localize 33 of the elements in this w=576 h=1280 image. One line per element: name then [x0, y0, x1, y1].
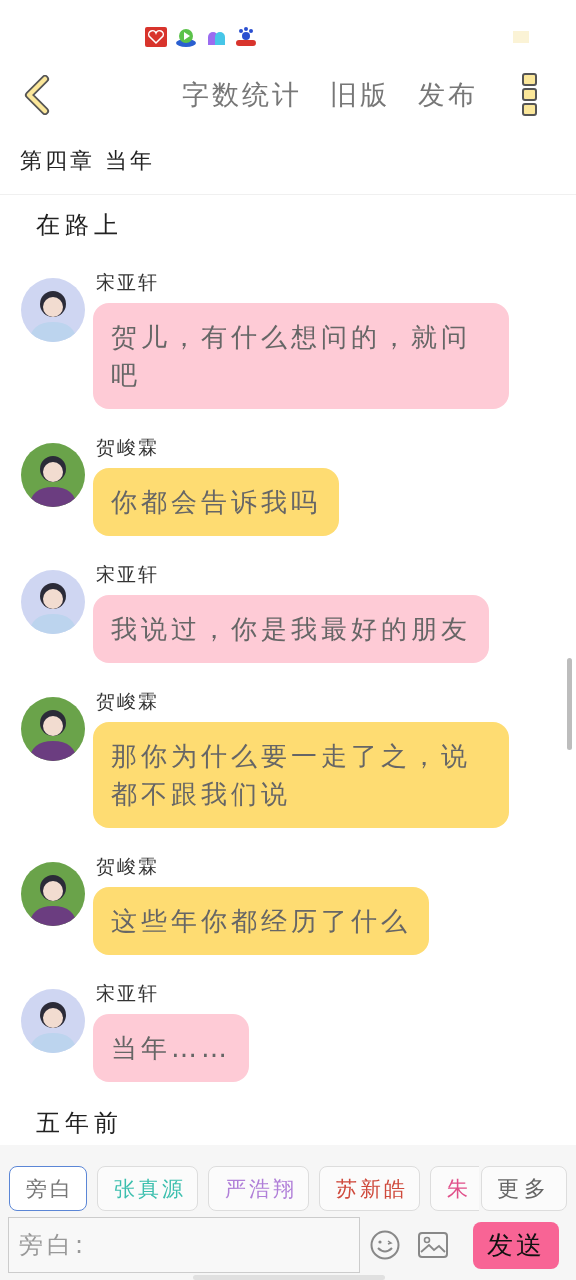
heart-app-icon	[145, 27, 167, 47]
back-icon[interactable]	[23, 75, 51, 115]
message-bubble: 当年……	[93, 1014, 249, 1082]
image-icon[interactable]	[418, 1232, 448, 1258]
role-tab[interactable]: 严浩翔	[208, 1166, 309, 1211]
scrollbar[interactable]	[567, 658, 572, 750]
more-button[interactable]: 更多	[481, 1166, 567, 1211]
send-button[interactable]: 发送	[473, 1221, 559, 1269]
message-bubble: 那你为什么要一走了之，说都不跟我们说	[93, 722, 509, 828]
role-tab[interactable]: 朱	[430, 1166, 479, 1211]
role-tab[interactable]: 旁白	[9, 1166, 87, 1211]
sender-name: 贺峻霖	[96, 854, 159, 879]
narration-text: 在路上	[35, 210, 124, 241]
header-action-button[interactable]: 发布	[418, 77, 478, 113]
sender-name: 宋亚轩	[96, 981, 159, 1006]
sender-name: 宋亚轩	[96, 270, 159, 295]
message-bubble: 你都会告诉我吗	[93, 468, 339, 536]
header-action-button[interactable]: 字数统计	[182, 77, 302, 113]
message-bubble: 这些年你都经历了什么	[93, 887, 429, 955]
narration-text: 五年前	[35, 1108, 124, 1139]
header-action-button[interactable]: 旧版	[330, 77, 390, 113]
paw-app-icon	[235, 27, 257, 47]
sender-name: 贺峻霖	[96, 689, 159, 714]
message-input[interactable]: 旁白:	[8, 1217, 360, 1273]
message-bubble: 贺儿，有什么想问的，就问吧	[93, 303, 509, 409]
sender-name: 贺峻霖	[96, 435, 159, 460]
role-tab[interactable]: 苏新皓	[319, 1166, 420, 1211]
menu-icon[interactable]	[522, 73, 538, 117]
chapter-title: 第四章 当年	[0, 125, 576, 195]
play-app-icon	[175, 27, 197, 47]
message-bubble: 我说过，你是我最好的朋友	[93, 595, 489, 663]
sender-name: 宋亚轩	[96, 562, 159, 587]
emoji-icon[interactable]	[370, 1230, 400, 1260]
